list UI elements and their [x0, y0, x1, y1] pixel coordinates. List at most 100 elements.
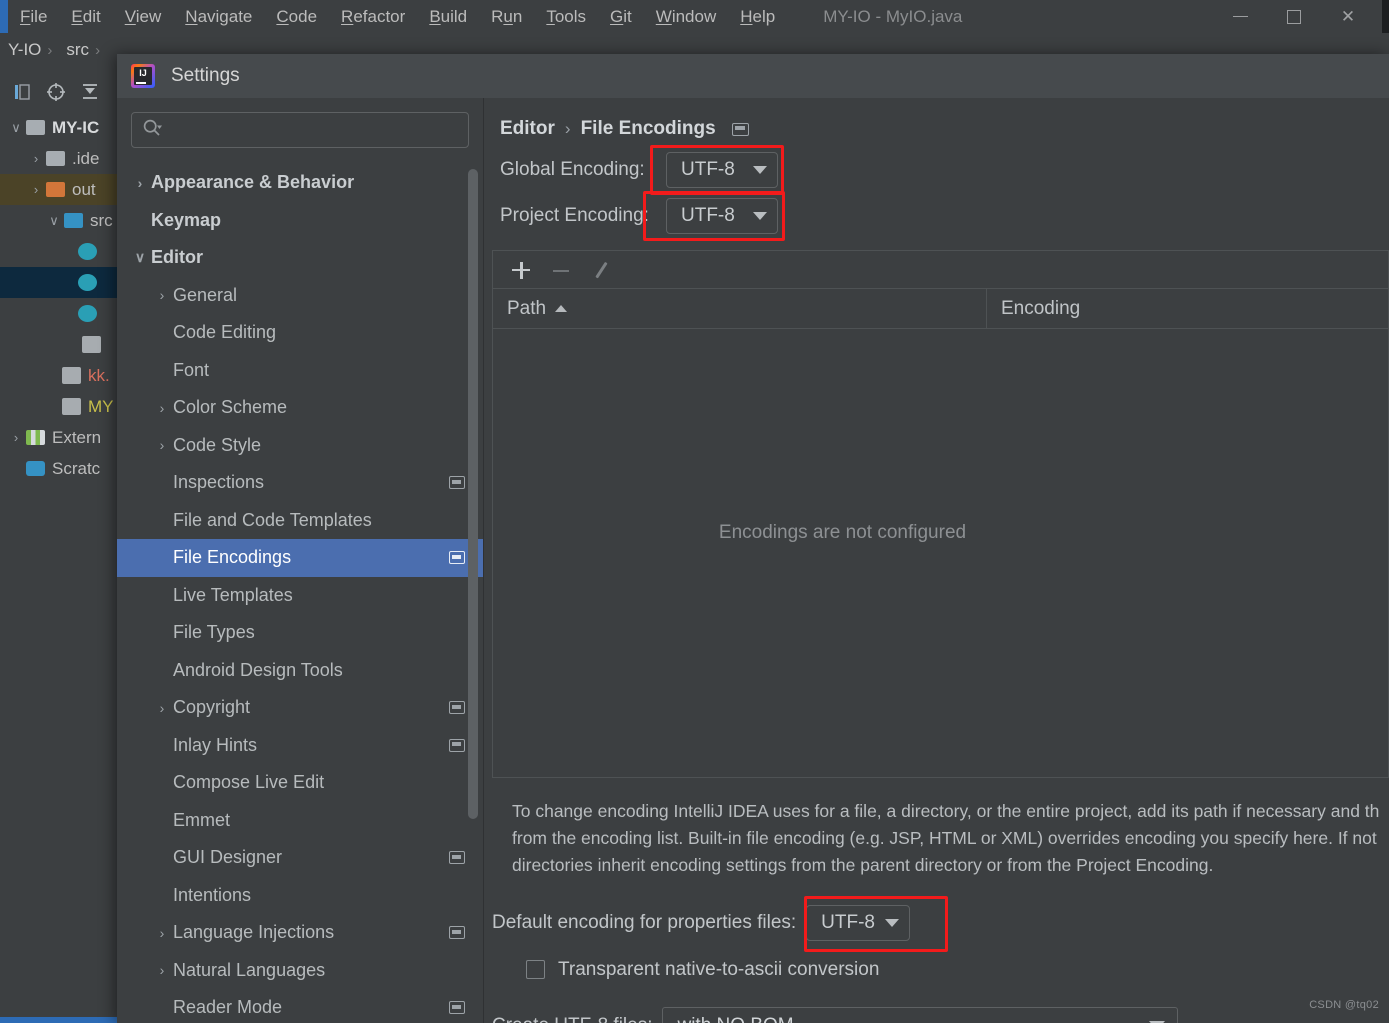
tree-item-font[interactable]: Font: [117, 352, 483, 390]
create-utf8-files-combobox[interactable]: with NO BOM: [662, 1006, 1179, 1023]
tree-item-label: Live Templates: [173, 584, 293, 605]
project-tree[interactable]: ∨ MY-IC › .ide › out ∨ src kk. MY › Exte…: [0, 112, 120, 532]
global-encoding-combobox[interactable]: UTF-8: [666, 152, 778, 188]
tree-item-file-types[interactable]: File Types: [117, 614, 483, 652]
transparent-conversion-checkbox[interactable]: [526, 960, 545, 980]
tree-item-inspections[interactable]: Inspections: [117, 464, 483, 502]
tree-item-general[interactable]: › General: [117, 277, 483, 315]
chevron-right-icon[interactable]: ›: [129, 175, 151, 191]
project-encoding-combobox[interactable]: UTF-8: [666, 198, 778, 234]
properties-encoding-combobox[interactable]: UTF-8: [806, 904, 911, 941]
tree-item-label: Keymap: [151, 209, 222, 230]
sort-ascending-icon: [555, 305, 568, 312]
tree-item-language-injections[interactable]: › Language Injections: [117, 914, 483, 952]
tree-item-label: Emmet: [173, 809, 231, 830]
project-tree-row[interactable]: [0, 298, 120, 329]
tree-item-copyright[interactable]: › Copyright: [117, 689, 483, 727]
project-tree-row[interactable]: [0, 236, 120, 267]
menu-window[interactable]: Window: [644, 0, 728, 33]
navbar-separator-icon-2: ›: [95, 41, 101, 59]
window-controls: ✕: [1213, 0, 1375, 33]
tree-item-code-editing[interactable]: Code Editing: [117, 314, 483, 352]
encodings-description: To change encoding IntelliJ IDEA uses fo…: [512, 801, 1380, 875]
twisty-icon[interactable]: ∨: [6, 120, 26, 136]
minimize-button[interactable]: [1213, 0, 1267, 33]
external-libraries-icon: [26, 430, 45, 445]
tree-item-appearance-behavior[interactable]: › Appearance & Behavior: [117, 164, 483, 202]
tree-item-reader-mode[interactable]: Reader Mode: [117, 989, 483, 1023]
project-tree-row[interactable]: › .ide: [0, 143, 120, 174]
tree-scrollbar-thumb[interactable]: [468, 169, 478, 819]
menu-navigate[interactable]: Navigate: [173, 0, 264, 33]
project-tree-row[interactable]: kk.: [0, 360, 120, 391]
locate-icon[interactable]: [46, 82, 66, 102]
transparent-conversion-row[interactable]: Transparent native-to-ascii conversion: [526, 959, 1389, 981]
project-tree-row[interactable]: [0, 267, 120, 298]
tree-item-compose-live-edit[interactable]: Compose Live Edit: [117, 764, 483, 802]
edit-icon[interactable]: [591, 260, 611, 280]
project-tree-row[interactable]: ∨ MY-IC: [0, 112, 120, 143]
tree-item-keymap[interactable]: Keymap: [117, 202, 483, 240]
chevron-down-icon[interactable]: ∨: [129, 249, 151, 266]
collapse-all-icon[interactable]: [80, 82, 100, 102]
project-tree-row[interactable]: MY: [0, 391, 120, 422]
menu-git[interactable]: Git: [598, 0, 644, 33]
tree-item-editor[interactable]: ∨ Editor: [117, 239, 483, 277]
close-button[interactable]: ✕: [1321, 0, 1375, 33]
project-tree-row[interactable]: [0, 329, 120, 360]
tree-item-file-encodings[interactable]: File Encodings: [117, 539, 483, 577]
select-opened-file-icon[interactable]: [12, 82, 32, 102]
tree-item-inlay-hints[interactable]: Inlay Hints: [117, 727, 483, 765]
add-icon[interactable]: [511, 260, 531, 280]
menu-build[interactable]: Build: [417, 0, 479, 33]
chevron-right-icon[interactable]: ›: [151, 962, 173, 978]
menu-file[interactable]: File: [8, 0, 59, 33]
column-header-encoding[interactable]: Encoding: [987, 289, 1080, 328]
search-input[interactable]: [162, 121, 468, 139]
menu-tools[interactable]: Tools: [534, 0, 598, 33]
tree-item-gui-designer[interactable]: GUI Designer: [117, 839, 483, 877]
tree-item-file-and-code-templates[interactable]: File and Code Templates: [117, 502, 483, 540]
tree-item-label: Natural Languages: [173, 959, 326, 980]
window-title: MY-IO - MyIO.java: [823, 6, 963, 26]
remove-icon[interactable]: [551, 260, 571, 280]
tree-item-color-scheme[interactable]: › Color Scheme: [117, 389, 483, 427]
window-accent-stripe: [0, 0, 8, 33]
menu-code[interactable]: Code: [264, 0, 329, 33]
twisty-icon[interactable]: ›: [26, 182, 46, 197]
tree-item-emmet[interactable]: Emmet: [117, 802, 483, 840]
twisty-icon[interactable]: ›: [6, 430, 26, 445]
tree-item-label: Android Design Tools: [173, 659, 343, 680]
menu-view[interactable]: View: [113, 0, 174, 33]
twisty-icon[interactable]: ∨: [44, 213, 64, 229]
chevron-right-icon[interactable]: ›: [151, 437, 173, 453]
settings-tree[interactable]: › Appearance & Behavior Keymap ∨ Editor …: [117, 164, 483, 1023]
column-header-encoding-label: Encoding: [1001, 297, 1081, 319]
tree-item-code-style[interactable]: › Code Style: [117, 427, 483, 465]
chevron-right-icon[interactable]: ›: [151, 700, 173, 716]
chevron-right-icon[interactable]: ›: [151, 400, 173, 416]
project-tree-row[interactable]: Scratc: [0, 453, 120, 484]
project-tree-label: Scratc: [52, 458, 101, 478]
chevron-right-icon[interactable]: ›: [151, 287, 173, 303]
menu-help[interactable]: Help: [728, 0, 787, 33]
project-tree-row[interactable]: ∨ src: [0, 205, 120, 236]
menu-run[interactable]: Run: [479, 0, 534, 33]
chevron-right-icon[interactable]: ›: [151, 925, 173, 941]
settings-search-box[interactable]: [131, 112, 469, 148]
project-tree-row[interactable]: › Extern: [0, 422, 120, 453]
navbar-crumb-src[interactable]: src: [58, 40, 89, 60]
tree-item-live-templates[interactable]: Live Templates: [117, 577, 483, 615]
tree-item-android-design-tools[interactable]: Android Design Tools: [117, 652, 483, 690]
menu-refactor[interactable]: Refactor: [329, 0, 417, 33]
project-tree-row[interactable]: › out: [0, 174, 120, 205]
menu-edit[interactable]: Edit: [59, 0, 112, 33]
breadcrumb-parent[interactable]: Editor: [500, 118, 555, 140]
tree-item-intentions[interactable]: Intentions: [117, 877, 483, 915]
tree-item-natural-languages[interactable]: › Natural Languages: [117, 952, 483, 990]
twisty-icon[interactable]: ›: [26, 151, 46, 166]
tree-item-label: Code Editing: [173, 322, 277, 343]
navbar-crumb-project[interactable]: Y-IO: [0, 40, 41, 60]
maximize-button[interactable]: [1267, 0, 1321, 33]
column-header-path[interactable]: Path: [493, 289, 987, 328]
